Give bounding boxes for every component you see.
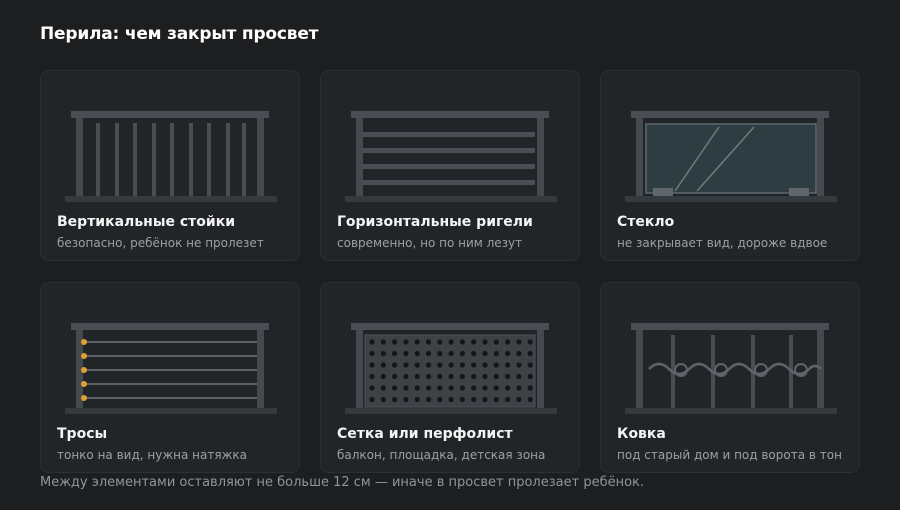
card-title: Стекло [617, 214, 675, 230]
card-title: Тросы [57, 426, 108, 442]
page-title: Перила: чем закрыт просвет [40, 24, 319, 44]
vertical-balusters-icon [65, 111, 277, 202]
card-title: Горизонтальные ригели [337, 214, 533, 230]
card-vertical-balusters: Вертикальные стойки безопасно, ребёнок н… [40, 70, 300, 261]
card-subtitle: балкон, площадка, детская зона [337, 448, 546, 462]
horizontal-rails-icon [345, 111, 557, 202]
card-subtitle: безопасно, ребёнок не пролезет [57, 236, 264, 250]
cable-railing-icon [65, 323, 277, 414]
perforated-sheet-icon [345, 323, 557, 414]
card-subtitle: не закрывает вид, дороже вдвое [617, 236, 828, 250]
card-horizontal-rails: Горизонтальные ригели современно, но по … [320, 70, 580, 261]
card-title: Сетка или перфолист [337, 426, 513, 442]
card-perforated-sheet: Сетка или перфолист балкон, площадка, де… [320, 282, 580, 473]
card-subtitle: современно, но по ним лезут [337, 236, 523, 250]
card-title: Ковка [617, 426, 666, 442]
glass-panel-icon [625, 111, 837, 202]
card-title: Вертикальные стойки [57, 214, 236, 230]
footnote: Между элементами оставляют не больше 12 … [40, 475, 645, 490]
card-subtitle: под старый дом и под ворота в тон [617, 448, 842, 462]
card-glass: Стекло не закрывает вид, дороже вдвое [600, 70, 860, 261]
wrought-iron-icon [625, 323, 837, 414]
card-subtitle: тонко на вид, нужна натяжка [57, 448, 247, 462]
card-wrought-iron: Ковка под старый дом и под ворота в тон [600, 282, 860, 473]
card-cables: Тросы тонко на вид, нужна натяжка [40, 282, 300, 473]
